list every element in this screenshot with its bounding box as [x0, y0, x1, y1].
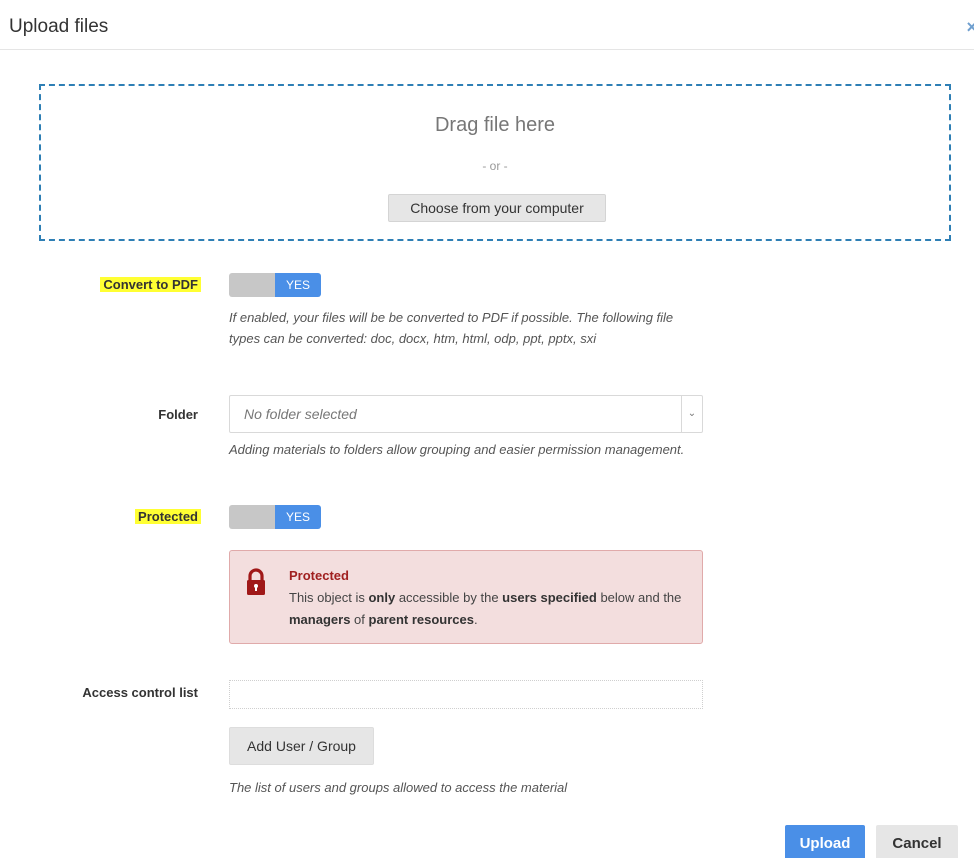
protected-label: Protected	[135, 509, 201, 524]
dialog-title: Upload files	[9, 16, 109, 37]
lock-icon	[247, 568, 265, 595]
protected-alert: Protected This object is only accessible…	[229, 550, 703, 644]
access-control-list-label: Access control list	[82, 685, 198, 700]
convert-to-pdf-label: Convert to PDF	[100, 277, 201, 292]
file-dropzone[interactable]: Drag file here - or - Choose from your c…	[39, 84, 951, 241]
folder-label: Folder	[158, 407, 198, 422]
or-separator-text: - or -	[482, 159, 508, 173]
toggle-off-handle	[229, 273, 275, 297]
dialog-header: Upload files ×	[0, 0, 974, 50]
close-icon[interactable]: ×	[966, 18, 974, 36]
folder-select[interactable]: No folder selected ⌄	[229, 395, 703, 433]
folder-select-value: No folder selected	[244, 406, 357, 422]
cancel-button[interactable]: Cancel	[876, 825, 958, 858]
access-control-list-field[interactable]	[229, 680, 703, 709]
toggle-on-label: YES	[275, 505, 321, 529]
drag-file-text: Drag file here	[434, 114, 556, 136]
toggle-off-handle	[229, 505, 275, 529]
toggle-on-label: YES	[275, 273, 321, 297]
folder-help: Adding materials to folders allow groupi…	[229, 442, 685, 457]
convert-to-pdf-toggle[interactable]: YES	[229, 273, 321, 297]
convert-to-pdf-help: If enabled, your files will be be conver…	[229, 310, 674, 346]
add-user-group-button[interactable]: Add User / Group	[229, 727, 374, 765]
protected-toggle[interactable]: YES	[229, 505, 321, 529]
choose-from-computer-button[interactable]: Choose from your computer	[388, 194, 606, 222]
alert-title: Protected	[289, 568, 349, 583]
chevron-down-icon[interactable]: ⌄	[681, 396, 702, 432]
alert-message: This object is only accessible by the us…	[289, 590, 682, 627]
access-control-list-help: The list of users and groups allowed to …	[229, 780, 568, 795]
upload-files-dialog: Upload files × Drag file here - or - Cho…	[0, 0, 974, 858]
upload-button[interactable]: Upload	[785, 825, 865, 858]
